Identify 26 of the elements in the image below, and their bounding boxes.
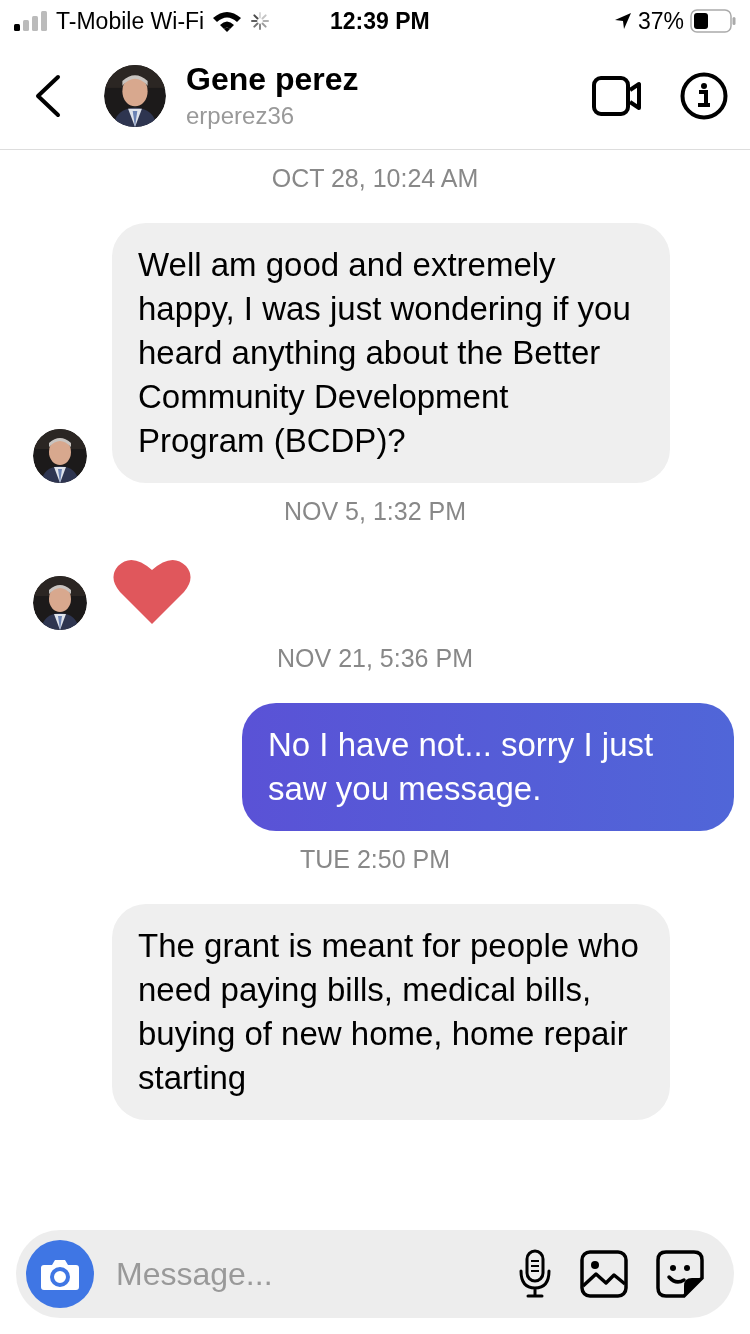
message-timestamp: TUE 2:50 PM: [298, 844, 452, 875]
wifi-icon: [212, 10, 243, 32]
video-camera-icon[interactable]: [592, 75, 642, 116]
microphone-icon[interactable]: [518, 1249, 552, 1299]
message-bubble: Well am good and extremely happy, I was just wondering if you heard anything about the Better Community Development Program (BCDP)?: [112, 223, 670, 483]
battery-icon: [690, 9, 736, 33]
image-icon[interactable]: [580, 1250, 628, 1298]
message-timestamp: OCT 28, 10:24 AM: [270, 163, 480, 194]
sticker-icon[interactable]: [656, 1250, 704, 1298]
message-timestamp: NOV 21, 5:36 PM: [276, 643, 474, 674]
message-timestamp: NOV 5, 1:32 PM: [283, 496, 467, 527]
signal-icon: [14, 11, 48, 31]
username: erperez36: [186, 102, 296, 130]
carrier-name: T-Mobile Wi-Fi: [56, 7, 205, 35]
clock-time: 12:39 PM: [329, 7, 431, 35]
battery-percent: 37%: [637, 7, 684, 35]
message-bubble: No I have not... sorry I just saw you message.: [242, 703, 734, 831]
contact-name: Gene perez: [186, 61, 360, 98]
back-button[interactable]: [34, 73, 62, 118]
location-arrow-icon: [613, 12, 632, 30]
message-bubble: The grant is meant for people who need paying bills, medical bills, buying of new home, home repair starting: [112, 904, 670, 1120]
camera-button[interactable]: [26, 1240, 94, 1308]
message-input[interactable]: Message...: [114, 1254, 490, 1294]
camera-icon: [40, 1257, 80, 1291]
info-icon[interactable]: [680, 71, 728, 120]
spinner-icon: [250, 11, 271, 31]
